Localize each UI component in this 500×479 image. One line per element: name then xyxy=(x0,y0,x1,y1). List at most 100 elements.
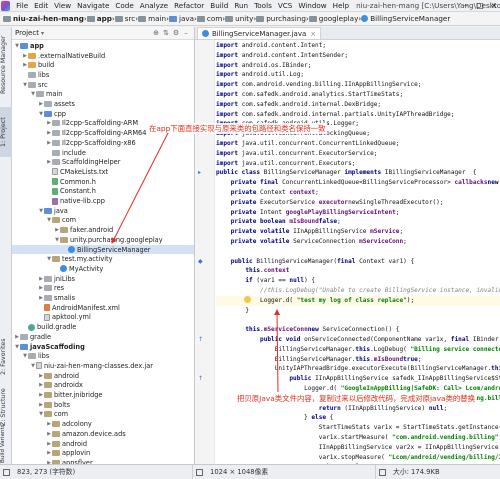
file-icon xyxy=(52,168,58,176)
title-bar: File Edit View Navigate Code Analyze Refactor B… xyxy=(0,0,500,12)
tree-item[interactable]: ▶ bitter.jnibridge xyxy=(12,390,194,400)
tree-item[interactable]: include xyxy=(12,148,194,158)
tree-item[interactable]: BillingServiceManager xyxy=(12,244,194,255)
menu-item-edit[interactable]: Edit xyxy=(31,0,51,12)
tree-item[interactable]: ▼ src xyxy=(12,80,194,90)
breadcrumb-item[interactable]: java xyxy=(168,14,194,23)
editor-tab[interactable]: BillingServiceManager.java × xyxy=(197,27,322,39)
tree-item-label: androidx xyxy=(54,381,83,390)
maximize-icon[interactable]: □ xyxy=(473,0,487,12)
breadcrumb-item[interactable]: googleplay xyxy=(308,14,358,23)
code-line: if (var1 == null) { xyxy=(245,277,316,285)
menu-item-navigate[interactable]: Navigate xyxy=(74,0,112,12)
tab-resource-manager[interactable]: Resource Manager xyxy=(0,33,12,97)
code-line: var1x.startMeasure( "com.android.vending… xyxy=(318,434,500,441)
tree-item[interactable]: ▼ com xyxy=(12,216,194,226)
minimize-icon[interactable]: – xyxy=(459,0,473,12)
menu-item-analyze[interactable]: Analyze xyxy=(137,0,171,12)
menu-item-run[interactable]: Run xyxy=(231,0,251,12)
tree-item[interactable]: ▶ android xyxy=(12,371,194,381)
tree-item[interactable]: ▶ ScaffoldingHelper xyxy=(12,157,194,167)
tree-item[interactable]: ▶ gradle xyxy=(12,332,194,342)
breadcrumb-item[interactable]: BillingServiceManager xyxy=(361,14,450,23)
folder-icon xyxy=(114,15,123,22)
tab-project[interactable]: 1: Project xyxy=(0,107,12,157)
tree-item-label: java xyxy=(54,206,68,215)
tree-item[interactable]: build.gradle xyxy=(12,322,194,332)
breadcrumb-item[interactable]: app xyxy=(86,14,112,23)
tab-build-variants[interactable]: Build Variants xyxy=(0,424,12,463)
tree-item[interactable]: ▶ res xyxy=(12,284,194,294)
menu-item-build[interactable]: Build xyxy=(207,0,231,12)
tree-item[interactable]: ▼ java xyxy=(12,206,194,216)
folder-icon xyxy=(308,15,317,22)
gear-icon[interactable]: ⚙ xyxy=(171,29,181,37)
chevron-down-icon[interactable]: ▾ xyxy=(41,30,44,37)
tree-item[interactable]: ▶ applovin xyxy=(12,448,194,458)
menu-item-tools[interactable]: Tools xyxy=(251,0,275,12)
breadcrumb-item[interactable]: com xyxy=(196,14,222,23)
breadcrumb-item[interactable]: src xyxy=(114,14,136,23)
breadcrumb-item[interactable]: purchasing xyxy=(256,14,306,23)
tree-item[interactable]: ▼ com xyxy=(12,410,194,420)
tree-item[interactable]: CMakeLists.txt xyxy=(12,167,194,177)
gutter-marker-icon[interactable]: ◆ xyxy=(198,258,203,265)
hide-icon[interactable]: – xyxy=(181,29,191,37)
tree-item[interactable]: ▼ app xyxy=(12,41,194,51)
menu-item-code[interactable]: Code xyxy=(112,0,136,12)
menu-item-vcs[interactable]: VCS xyxy=(275,0,296,12)
tree-item[interactable]: ▶ .externalNativeBuild xyxy=(12,51,194,61)
breadcrumb-item[interactable]: niu-zai-hen-mang xyxy=(3,14,84,23)
menu-item-window[interactable]: Window xyxy=(295,0,329,12)
gutter-marker-icon[interactable]: ▸ xyxy=(198,169,201,176)
breadcrumb-label: src xyxy=(124,14,136,23)
tree-item[interactable]: Constant.h xyxy=(12,187,194,197)
collapse-icon[interactable]: ⇅ xyxy=(161,29,171,37)
breadcrumb-item[interactable]: main xyxy=(138,14,166,23)
project-panel-title[interactable]: Project xyxy=(15,29,39,37)
close-icon[interactable]: × xyxy=(487,0,500,12)
tree-item[interactable]: AndroidManifest.xml xyxy=(12,303,194,313)
tree-item[interactable]: ▶ assets xyxy=(12,99,194,109)
tree-item[interactable]: ▼ javaScaffoding xyxy=(12,342,194,352)
tree-item[interactable]: MyActivity xyxy=(12,264,194,274)
tree-item[interactable]: ▼ cpp xyxy=(12,109,194,119)
tree-item[interactable]: ▶ adcolony xyxy=(12,419,194,429)
tree-item[interactable]: libs xyxy=(12,70,194,80)
tab-structure[interactable]: Z: Structure xyxy=(0,385,12,429)
menu-item-view[interactable]: View xyxy=(51,0,74,12)
tree-item[interactable]: ▼ niu-zai-hen-mang-classes.dex.jar xyxy=(12,361,194,371)
tree-item-label: Il2cpp-Scaffolding-ARM xyxy=(62,119,139,128)
locate-icon[interactable]: ⊕ xyxy=(151,29,161,37)
tree-item[interactable]: ▶ build xyxy=(12,60,194,70)
tree-item[interactable]: ▶ bolts xyxy=(12,400,194,410)
tree-item[interactable]: ▶ faker.android xyxy=(12,225,194,235)
menu-item-refactor[interactable]: Refactor xyxy=(171,0,207,12)
tree-item[interactable]: ▶ android xyxy=(12,439,194,449)
tree-item[interactable]: ▶ smalis xyxy=(12,293,194,303)
code-line: private ExecutorService executornewSingl… xyxy=(230,198,444,206)
close-tab-icon[interactable]: × xyxy=(310,30,316,38)
tree-item[interactable]: ▼ libs xyxy=(12,351,194,361)
tree-item[interactable]: ▼ unity.purchasing.googleplay xyxy=(12,235,194,245)
tree-item[interactable]: ▶ amazon.device.ads xyxy=(12,429,194,439)
tree-item[interactable]: Common.h xyxy=(12,177,194,187)
gutter-marker-icon[interactable]: ↑ xyxy=(198,375,203,382)
tree-item-label: MyActivity xyxy=(69,264,104,273)
image-size-icon xyxy=(196,468,203,476)
tab-favorites[interactable]: 2: Favorites xyxy=(0,335,12,379)
folder-icon xyxy=(52,139,60,146)
breadcrumb-item[interactable]: unity xyxy=(225,14,253,23)
tree-item[interactable]: ▼ main xyxy=(12,90,194,100)
tree-item[interactable]: ▶ androidx xyxy=(12,381,194,391)
tree-item[interactable]: ▶ Il2cpp-Scaffolding-x86 xyxy=(12,138,194,148)
folder-orange-icon xyxy=(28,52,36,59)
menu-item-file[interactable]: File xyxy=(13,0,31,12)
tree-item[interactable]: apktool.yml xyxy=(12,313,194,323)
folder-icon xyxy=(225,15,234,22)
tree-item[interactable]: ▶ jniLibs xyxy=(12,274,194,284)
menu-item-help[interactable]: Help xyxy=(330,0,352,12)
tree-item[interactable]: ▼ test.my.activity xyxy=(12,254,194,264)
tree-item[interactable]: native-lib.cpp xyxy=(12,196,194,206)
gutter-marker-icon[interactable]: ↑ xyxy=(198,336,203,343)
